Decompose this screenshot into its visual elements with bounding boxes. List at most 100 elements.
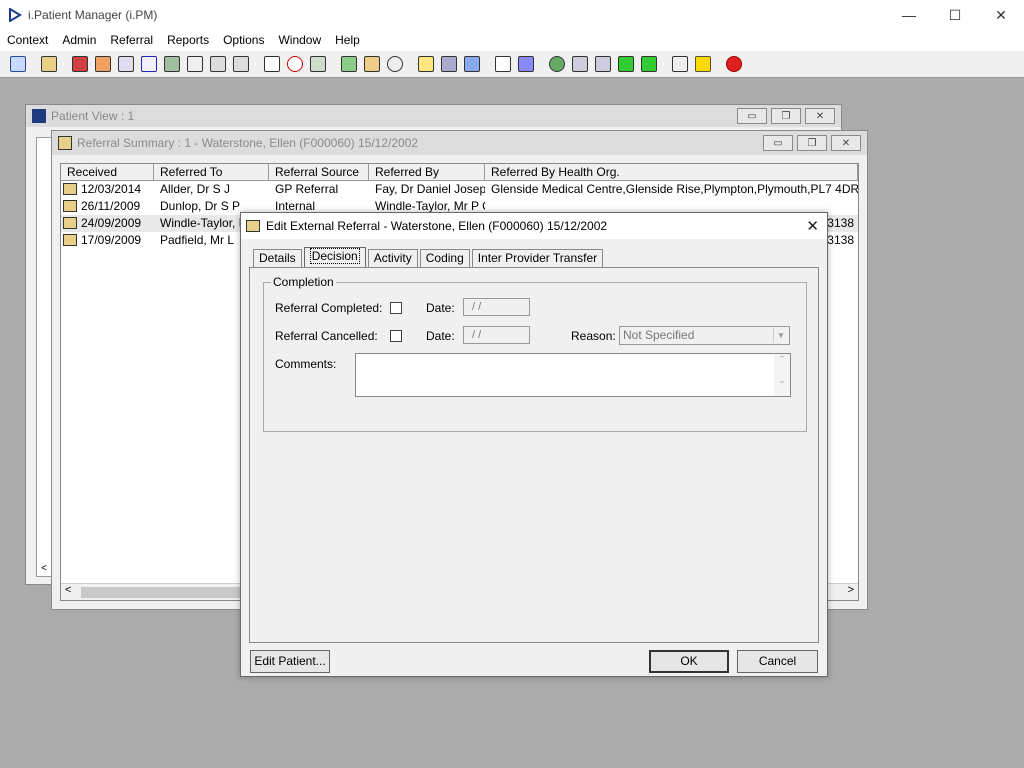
referral-summary-close-button[interactable]: ✕ <box>831 135 861 151</box>
toolbar-swap-button[interactable] <box>669 53 691 75</box>
completion-group: Completion Referral Completed: Date: / /… <box>263 275 807 432</box>
app-titlebar: i.Patient Manager (i.PM) — ☐ ✕ <box>0 0 1024 30</box>
toolbar-report2-button[interactable] <box>361 53 383 75</box>
arrow-icon <box>641 56 657 72</box>
patient-icon <box>32 109 46 123</box>
check-icon <box>595 56 611 72</box>
menu-options[interactable]: Options <box>216 30 271 50</box>
flag-icon <box>210 56 226 72</box>
toolbar-check-button[interactable] <box>569 53 591 75</box>
toolbar-check2-button[interactable] <box>592 53 614 75</box>
referral-completed-label: Referral Completed: <box>275 301 383 315</box>
comments-label: Comments: <box>275 357 337 371</box>
toolbar-flag2-button[interactable] <box>230 53 252 75</box>
toolbar-clock-button[interactable] <box>284 53 306 75</box>
toolbar-find-button[interactable] <box>261 53 283 75</box>
toolbar-notes-button[interactable] <box>184 53 206 75</box>
column-header-referred-by[interactable]: Referred By <box>369 164 485 180</box>
referral-summary-titlebar: Referral Summary : 1 - Waterstone, Ellen… <box>52 131 867 155</box>
toolbar-list-button[interactable] <box>307 53 329 75</box>
patient-view-restore-button[interactable]: ❐ <box>771 108 801 124</box>
tab-decision[interactable]: Decision <box>303 247 366 267</box>
referral-row-icon <box>63 234 77 246</box>
column-header-referral-source[interactable]: Referral Source <box>269 164 369 180</box>
table-row[interactable]: 12/03/2014 Allder, Dr S J GP Referral Fa… <box>61 181 858 198</box>
menu-referral[interactable]: Referral <box>103 30 160 50</box>
patient-view-minimize-button[interactable]: ▭ <box>737 108 767 124</box>
toolbar-book-button[interactable] <box>69 53 91 75</box>
completed-date-field[interactable]: / / <box>463 298 530 316</box>
dialog-titlebar: Edit External Referral - Waterstone, Ell… <box>241 213 827 239</box>
edit-icon <box>95 56 111 72</box>
toolbar-bed-button[interactable] <box>438 53 460 75</box>
scrollbar-thumb[interactable] <box>81 587 241 598</box>
comments-scrollbar[interactable]: ⌃ ⌄ <box>774 354 790 396</box>
ok-button[interactable]: OK <box>649 650 729 673</box>
reason-value: Not Specified <box>623 328 695 342</box>
tab-coding[interactable]: Coding <box>419 249 470 267</box>
column-header-received[interactable]: Received <box>61 164 154 180</box>
toolbar-warning-button[interactable] <box>692 53 714 75</box>
toolbar-page-button[interactable] <box>492 53 514 75</box>
edit-referral-dialog[interactable]: Edit External Referral - Waterstone, Ell… <box>240 212 828 677</box>
toolbar-chart-button[interactable] <box>515 53 537 75</box>
toolbar-exit-button[interactable] <box>723 53 745 75</box>
toolbar-doc-button[interactable] <box>415 53 437 75</box>
toolbar-flag-button[interactable] <box>207 53 229 75</box>
menu-reports[interactable]: Reports <box>160 30 216 50</box>
completion-group-label: Completion <box>271 275 336 289</box>
toolbar-user-button[interactable] <box>161 53 183 75</box>
reason-select[interactable]: Not Specified ▼ <box>619 326 790 345</box>
menu-bar: Context Admin Referral Reports Options W… <box>0 30 1024 50</box>
menu-admin[interactable]: Admin <box>55 30 103 50</box>
patient-view-close-button[interactable]: ✕ <box>805 108 835 124</box>
scroll-right-icon[interactable]: > <box>848 584 854 596</box>
toolbar-edit-button[interactable] <box>92 53 114 75</box>
edit-patient-button[interactable]: Edit Patient... <box>250 650 330 673</box>
toolbar-arrow2-button[interactable] <box>638 53 660 75</box>
toolbar-search-button[interactable] <box>115 53 137 75</box>
scroll-left-icon[interactable]: < <box>36 560 52 577</box>
referral-cancelled-label: Referral Cancelled: <box>275 329 378 343</box>
report-icon <box>364 56 380 72</box>
completed-date-label: Date: <box>426 301 455 315</box>
toolbar-report-button[interactable] <box>338 53 360 75</box>
cancel-button[interactable]: Cancel <box>737 650 818 673</box>
toolbar-dial-button[interactable] <box>384 53 406 75</box>
toolbar-globe-button[interactable] <box>546 53 568 75</box>
exit-icon <box>726 56 742 72</box>
warning-icon <box>695 56 711 72</box>
dialog-close-icon[interactable]: ✕ <box>806 217 819 235</box>
scroll-left-icon[interactable]: < <box>65 584 71 596</box>
list-icon <box>310 56 326 72</box>
toolbar-arrow-button[interactable] <box>615 53 637 75</box>
referral-summary-minimize-button[interactable]: ▭ <box>763 135 793 151</box>
cancelled-date-field[interactable]: / / <box>463 326 530 344</box>
column-header-referred-by-org[interactable]: Referred By Health Org. <box>485 164 858 180</box>
patient-view-title: Patient View : 1 <box>51 109 135 123</box>
dialog-title: Edit External Referral - Waterstone, Ell… <box>266 219 608 233</box>
toolbar-patient-button[interactable] <box>7 53 29 75</box>
toolbar-m-button[interactable] <box>138 53 160 75</box>
referral-summary-restore-button[interactable]: ❐ <box>797 135 827 151</box>
maximize-button[interactable]: ☐ <box>932 0 978 30</box>
toolbar-referral-button[interactable] <box>38 53 60 75</box>
tab-details[interactable]: Details <box>253 249 302 267</box>
transfer-icon <box>464 56 480 72</box>
close-button[interactable]: ✕ <box>978 0 1024 30</box>
referral-completed-checkbox[interactable] <box>390 302 402 314</box>
referral-cancelled-checkbox[interactable] <box>390 330 402 342</box>
toolbar-transfer-button[interactable] <box>461 53 483 75</box>
menu-context[interactable]: Context <box>0 30 55 50</box>
tab-inter-provider-transfer[interactable]: Inter Provider Transfer <box>471 249 604 267</box>
menu-help[interactable]: Help <box>328 30 367 50</box>
chevron-down-icon[interactable]: ▼ <box>773 328 788 343</box>
decision-tab-panel: Completion Referral Completed: Date: / /… <box>249 267 819 643</box>
column-header-referred-to[interactable]: Referred To <box>154 164 269 180</box>
m-icon <box>141 56 157 72</box>
comments-textarea[interactable]: ⌃ ⌄ <box>355 353 791 397</box>
patient-view-titlebar: Patient View : 1 ▭ ❐ ✕ <box>26 105 841 127</box>
tab-activity[interactable]: Activity <box>367 249 418 267</box>
menu-window[interactable]: Window <box>271 30 328 50</box>
minimize-button[interactable]: — <box>886 0 932 30</box>
